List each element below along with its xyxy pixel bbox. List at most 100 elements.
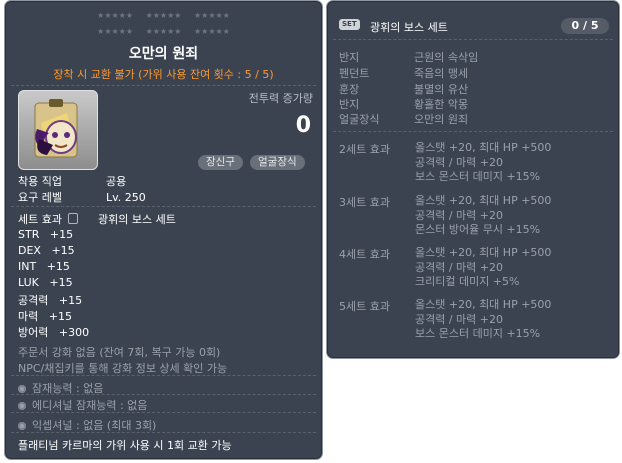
stat-value: +15 — [46, 260, 70, 273]
trade-note: 장착 시 교환 불가 (가위 사용 잔여 횟수 : 5 / 5) — [53, 68, 274, 81]
star-force-row-1: ★★★★★ ★★★★★ ★★★★★ — [5, 11, 322, 21]
set-item-slot: 펜던트 — [339, 67, 370, 80]
potential-grade-icon — [18, 385, 26, 393]
job-value: 공용 — [106, 175, 127, 188]
star-group: ★★★★★ — [145, 27, 182, 36]
item-icon-frame — [18, 90, 98, 170]
stat-row: 방어력 +300 — [18, 324, 89, 340]
set-effect-line: 보스 몬스터 데미지 +15% — [415, 170, 541, 183]
stat-value: +15 — [49, 228, 74, 241]
item-tooltip: ★★★★★ ★★★★★ ★★★★★ ★★★★★ ★★★★★ ★★★★★ 오만의 … — [4, 0, 323, 460]
tag-accessory: 장신구 — [198, 155, 243, 170]
stat-row: INT +15 — [18, 260, 70, 273]
stat-name: 공격력 — [18, 294, 49, 307]
star-group: ★★★★★ — [97, 27, 134, 36]
set-item-slot: 얼굴장식 — [339, 113, 380, 126]
set-effect-label: 3세트 효과 — [339, 196, 390, 209]
additional-potential-row: 에디셔널 잠재능력 : 없음 — [18, 397, 147, 413]
set-effect-lines: 올스탯 +20, 최대 HP +500 공격력 / 마력 +20 보스 몬스터 … — [415, 141, 551, 185]
set-effect-line: 올스탯 +20, 최대 HP +500 — [415, 141, 552, 154]
stat-value: +15 — [58, 294, 83, 307]
set-title: 광휘의 보스 세트 — [370, 21, 448, 34]
divider — [11, 206, 316, 207]
set-effect-line: 크리티컬 데미지 +5% — [415, 275, 520, 288]
item-name: 오만의 원죄 — [128, 46, 199, 62]
divider — [11, 412, 316, 413]
stat-value: +15 — [49, 276, 73, 289]
job-row: 착용 직업 공용 — [18, 173, 126, 189]
star-group: ★★★★★ — [193, 27, 230, 36]
set-effect-line: 보스 몬스터 데미지 +15% — [415, 327, 541, 340]
star-force-row-2: ★★★★★ ★★★★★ ★★★★★ — [5, 27, 322, 37]
lock-icon — [68, 213, 78, 224]
set-effect-label: 5세트 효과 — [339, 300, 390, 313]
stat-row: STR +15 — [18, 228, 73, 241]
set-item-name: 황홀한 악몽 — [414, 98, 469, 111]
exceptional-text: 익셉셔널 : 없음 (최대 3회) — [32, 419, 157, 432]
set-effect-label: 2세트 효과 — [339, 143, 390, 156]
stat-name: 방어력 — [18, 326, 49, 339]
set-effect-panel: SET 광휘의 보스 세트 0 / 5 반지 근원의 속삭임 펜던트 죽음의 맹세 … — [326, 0, 620, 359]
set-effect-line: 올스탯 +20, 최대 HP +500 — [415, 298, 552, 311]
divider — [333, 131, 613, 132]
stat-value: +15 — [48, 310, 72, 323]
set-item-slot: 반지 — [339, 98, 360, 111]
set-effect-line: 공격력 / 마력 +20 — [415, 208, 504, 222]
set-effect-line: 공격력 / 마력 +20 — [415, 260, 504, 274]
set-effect-label: 세트 효과 — [18, 213, 62, 226]
set-effect-line: 올스탯 +20, 최대 HP +500 — [415, 246, 552, 259]
stat-row: DEX +15 — [18, 244, 75, 257]
stat-name: 마력 — [18, 310, 39, 323]
exceptional-icon — [18, 422, 26, 430]
level-value: Lv. 250 — [106, 191, 146, 204]
set-item-slot: 반지 — [339, 51, 360, 64]
set-item-name: 근원의 속삭임 — [414, 51, 479, 64]
combat-power-label: 전투력 증가량 — [248, 92, 313, 105]
set-item-name: 불멸의 유산 — [414, 83, 469, 96]
divider — [11, 394, 316, 395]
stat-row: 공격력 +15 — [18, 292, 82, 308]
set-effect-line: 몬스터 방어율 무시 +15% — [415, 223, 541, 236]
set-item-slot: 훈장 — [339, 83, 360, 96]
set-item: 얼굴장식 오만의 원죄 — [339, 111, 468, 127]
set-item: 펜던트 죽음의 맹세 — [339, 65, 468, 81]
star-group: ★★★★★ — [193, 11, 230, 20]
level-row: 요구 레벨 Lv. 250 — [18, 189, 146, 205]
set-count: 0 / 5 — [561, 18, 609, 34]
stat-value: +15 — [51, 244, 75, 257]
set-badge: SET — [339, 19, 360, 30]
stat-row: 마력 +15 — [18, 308, 72, 324]
star-group: ★★★★★ — [97, 11, 134, 20]
stat-name: STR — [18, 228, 40, 241]
set-effect-lines: 올스탯 +20, 최대 HP +500 공격력 / 마력 +20 크리티컬 데미… — [415, 246, 551, 290]
set-effect-line: 공격력 / 마력 +20 — [415, 312, 504, 326]
set-effect-label: 4세트 효과 — [339, 248, 390, 261]
combat-power-value: 0 — [295, 113, 311, 138]
set-item: 훈장 불멸의 유산 — [339, 81, 468, 97]
job-label: 착용 직업 — [18, 175, 62, 188]
platinum-karma-note: 플래티넘 카르마의 가위 사용 시 1회 교환 가능 — [18, 439, 232, 452]
additional-potential-grade-icon — [18, 402, 26, 410]
scroll-note: 주문서 강화 없음 (잔여 7회, 복구 가능 0회) — [18, 346, 221, 359]
set-item: 반지 근원의 속삭임 — [339, 49, 478, 65]
set-effect-value: 광휘의 보스 세트 — [98, 213, 176, 226]
set-effect-row: 세트 효과 광휘의 보스 세트 — [18, 211, 176, 227]
set-effect-lines: 올스탯 +20, 최대 HP +500 공격력 / 마력 +20 보스 몬스터 … — [415, 298, 551, 342]
set-effect-line: 공격력 / 마력 +20 — [415, 155, 504, 169]
divider — [333, 39, 613, 40]
stat-name: DEX — [18, 244, 41, 257]
stat-name: LUK — [18, 276, 39, 289]
divider — [11, 85, 316, 86]
tag-face-accessory: 얼굴장식 — [250, 155, 305, 170]
npc-note: NPC/채집키를 통해 강화 정보 상세 확인 가능 — [18, 362, 228, 375]
set-effect-line: 올스탯 +20, 최대 HP +500 — [415, 194, 552, 207]
level-label: 요구 레벨 — [18, 191, 62, 204]
stat-value: +300 — [58, 326, 90, 339]
stat-row: LUK +15 — [18, 276, 73, 289]
additional-potential-text: 에디셔널 잠재능력 : 없음 — [32, 399, 148, 412]
exceptional-row: 익셉셔널 : 없음 (최대 3회) — [18, 417, 156, 433]
star-group: ★★★★★ — [145, 11, 182, 20]
stat-name: INT — [18, 260, 37, 273]
set-item-name: 죽음의 맹세 — [414, 67, 469, 80]
divider — [11, 375, 316, 376]
